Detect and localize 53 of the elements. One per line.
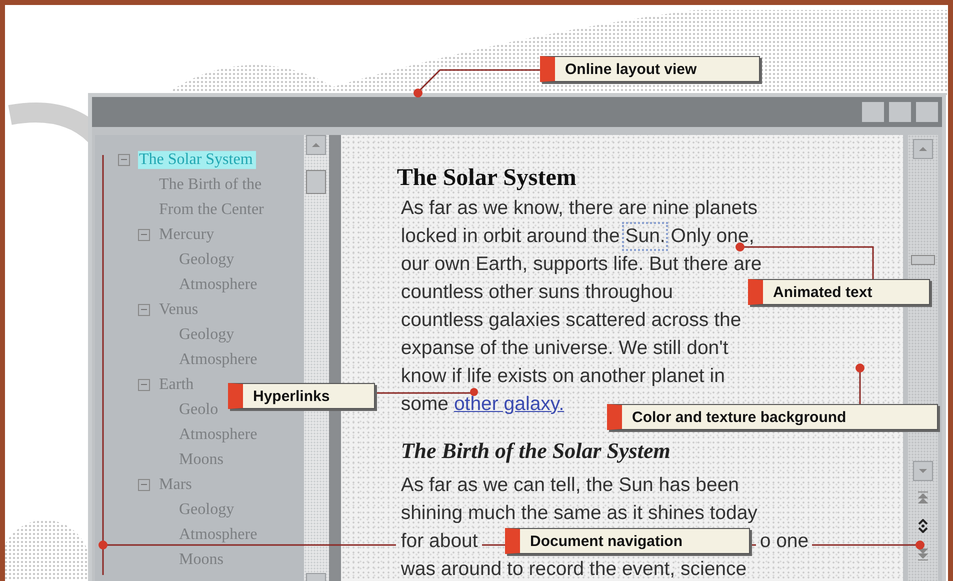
body-text: know if life exists on another planet in (400, 364, 725, 388)
hyperlink[interactable]: other galaxy. (454, 392, 564, 416)
body-text: shining much the same as it shines today (400, 502, 758, 524)
tree-item[interactable]: Moons (178, 550, 226, 568)
body-text: countless other suns throughou (400, 280, 673, 304)
expander-icon[interactable] (138, 228, 150, 240)
tree-item[interactable]: Atmosphere (178, 350, 260, 368)
tree-item[interactable]: Atmosphere (178, 526, 260, 544)
tree-item[interactable]: The Solar System (138, 150, 256, 168)
body-text: As far as we know, there are nine planets (400, 196, 758, 220)
document-heading: The Solar System (396, 165, 578, 192)
body-text: countless galaxies scattered across the (400, 308, 742, 332)
tree-item[interactable]: Venus (158, 300, 202, 318)
tree-item[interactable]: Mars (158, 476, 195, 494)
scroll-down-icon[interactable] (913, 461, 934, 481)
browse-object-icon[interactable] (916, 519, 930, 533)
tree-item[interactable]: Atmosphere (178, 426, 260, 444)
callout-label: Hyperlinks (228, 383, 375, 409)
tree-item[interactable]: Atmosphere (178, 276, 260, 294)
scroll-up-icon[interactable] (913, 139, 934, 159)
body-text: o one (760, 530, 809, 552)
scroll-up-icon[interactable] (306, 135, 326, 155)
previous-page-icon[interactable] (916, 491, 930, 505)
expander-icon[interactable] (138, 478, 150, 490)
body-text: our own Earth, supports life. But there are (400, 252, 762, 276)
tree-item[interactable]: Geolo (178, 400, 222, 418)
tree-item[interactable]: From the Center (158, 200, 267, 218)
expander-icon[interactable] (118, 154, 130, 166)
next-page-icon[interactable] (916, 547, 930, 561)
body-text: As far as we can tell, the Sun has been (400, 474, 740, 496)
tree-item[interactable]: Moons (178, 450, 226, 468)
tree-item[interactable]: Geology (178, 326, 238, 344)
tree-item[interactable]: The Birth of the (158, 176, 265, 194)
section-heading: The Birth of the Solar System (400, 438, 672, 464)
tree-item[interactable]: Mercury (158, 226, 218, 244)
body-text: Only one, (670, 224, 754, 248)
tree-item[interactable]: Earth (158, 376, 197, 394)
callout-label: Online layout view (540, 56, 760, 82)
body-text: was around to record the event, science (400, 558, 747, 580)
callout-label: Document navigation (505, 528, 750, 554)
body-text: some (400, 392, 450, 416)
callout-label: Animated text (748, 279, 930, 305)
tree-item[interactable]: Geology (178, 500, 238, 518)
scroll-thumb[interactable] (911, 255, 936, 265)
scroll-thumb[interactable] (306, 170, 326, 194)
expander-icon[interactable] (138, 304, 150, 316)
body-text: expanse of the universe. We still don't (400, 336, 728, 360)
animated-text: Sun. (625, 224, 666, 248)
callout-label: Color and texture background (607, 404, 938, 430)
expander-icon[interactable] (138, 378, 150, 390)
body-text: locked in orbit around the (400, 224, 621, 248)
body-text: for about (400, 530, 478, 552)
tree-item[interactable]: Geology (178, 250, 238, 268)
